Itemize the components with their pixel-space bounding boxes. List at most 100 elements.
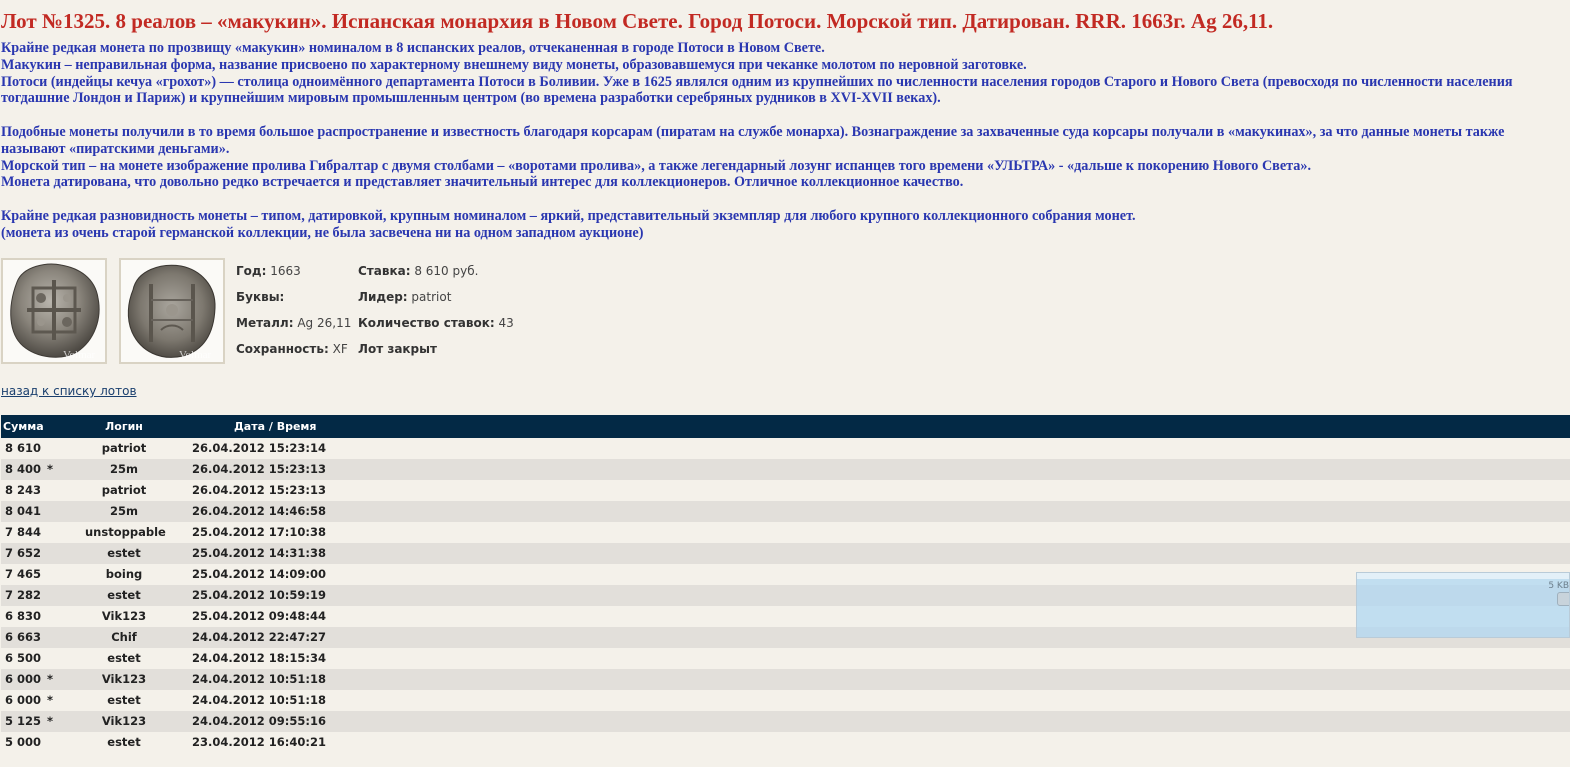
coin-photo-reverse[interactable]: Volmar	[119, 258, 225, 364]
prop-value: patriot	[411, 290, 452, 304]
column-header-login: Логин	[105, 420, 143, 433]
table-row: 7 652 estet 25.04.2012 14:31:38	[1, 543, 1570, 564]
bid-login: estet	[107, 546, 141, 560]
bid-auto-mark: *	[47, 693, 54, 707]
table-row: 6 663 Chif 24.04.2012 22:47:27	[1, 627, 1570, 648]
bid-sum: 8 610	[5, 441, 42, 455]
bid-login: Chif	[111, 630, 137, 644]
bid-date: 24.04.2012 10:51:18	[192, 672, 326, 686]
table-row: 5 125 * Vik123 24.04.2012 09:55:16	[1, 711, 1570, 732]
widget-top-bar	[1357, 573, 1569, 579]
prop-bids-count: Количество ставок: 43	[358, 316, 514, 330]
bid-login: 25m	[110, 462, 138, 476]
bid-auto-mark: *	[47, 672, 54, 686]
bid-sum: 6 000	[5, 672, 42, 686]
bid-date: 23.04.2012 16:40:21	[192, 735, 326, 749]
bid-login: Vik123	[101, 672, 147, 686]
prop-label: Год:	[236, 264, 267, 278]
description-line: Макукин – неправильная форма, название п…	[1, 56, 1027, 73]
watermark-text: Volmar	[63, 349, 96, 361]
prop-label: Количество ставок:	[358, 316, 495, 330]
bid-date: 26.04.2012 14:46:58	[192, 504, 326, 518]
widget-size-label: 5 KB	[1548, 581, 1569, 591]
bid-login: Vik123	[101, 609, 147, 623]
lot-description: Крайне редкая монета по прозвищу «макуки…	[1, 40, 1561, 242]
bid-auto-mark: *	[47, 714, 54, 728]
coin-obverse-image: Volmar	[10, 263, 100, 361]
table-row: 6 830 Vik123 25.04.2012 09:48:44	[1, 606, 1570, 627]
bid-login: boing	[105, 567, 143, 581]
prop-value: 8 610 руб.	[414, 264, 479, 278]
table-row: 8 041 25m 26.04.2012 14:46:58	[1, 501, 1570, 522]
description-line: Монета датирована, что довольно редко вс…	[1, 174, 964, 191]
bid-sum: 6 500	[5, 651, 42, 665]
prop-label: Ставка:	[358, 264, 411, 278]
description-line: Потоси (индейцы кечуа «грохот») — столиц…	[1, 73, 1513, 107]
bid-login: estet	[107, 588, 141, 602]
bid-sum: 8 400	[5, 462, 42, 476]
prop-leader: Лидер: patriot	[358, 290, 451, 304]
description-line: Крайне редкая разновидность монеты – тип…	[1, 207, 1136, 224]
bid-sum: 7 465	[5, 567, 42, 581]
table-row: 8 243 patriot 26.04.2012 15:23:13	[1, 480, 1570, 501]
prop-letters: Буквы:	[236, 290, 284, 304]
bid-login: 25m	[110, 504, 138, 518]
bid-date: 24.04.2012 18:15:34	[192, 651, 326, 665]
floating-widget[interactable]: 5 KB	[1356, 572, 1570, 638]
bid-sum: 5 000	[5, 735, 42, 749]
bid-date: 25.04.2012 09:48:44	[192, 609, 326, 623]
back-to-lots-link[interactable]: назад к списку лотов	[1, 384, 137, 398]
table-row: 8 610 patriot 26.04.2012 15:23:14	[1, 438, 1570, 459]
bid-sum: 7 652	[5, 546, 42, 560]
bid-sum: 5 125	[5, 714, 42, 728]
bid-login: estet	[107, 693, 141, 707]
coin-photo-obverse[interactable]: Volmar	[1, 258, 107, 364]
bid-date: 25.04.2012 14:31:38	[192, 546, 326, 560]
description-line: Морской тип – на монете изображение прол…	[1, 157, 1312, 174]
bid-date: 25.04.2012 10:59:19	[192, 588, 326, 602]
table-row: 5 000 estet 23.04.2012 16:40:21	[1, 732, 1570, 753]
prop-current-bid: Ставка: 8 610 руб.	[358, 264, 478, 278]
prop-label: Буквы:	[236, 290, 285, 304]
table-row: 6 000 * Vik123 24.04.2012 10:51:18	[1, 669, 1570, 690]
bid-sum: 8 243	[5, 483, 42, 497]
column-header-sum: Сумма	[3, 420, 44, 433]
bid-login: estet	[107, 651, 141, 665]
bid-date: 24.04.2012 09:55:16	[192, 714, 326, 728]
bid-sum: 6 830	[5, 609, 42, 623]
prop-value: Ag 26,11	[297, 316, 352, 330]
bid-sum: 6 663	[5, 630, 42, 644]
bid-login: estet	[107, 735, 141, 749]
bid-date: 25.04.2012 17:10:38	[192, 525, 326, 539]
bid-login: patriot	[101, 441, 147, 455]
bid-date: 26.04.2012 15:23:13	[192, 483, 326, 497]
column-header-date: Дата / Время	[234, 420, 317, 433]
table-row: 7 844 unstoppable 25.04.2012 17:10:38	[1, 522, 1570, 543]
watermark-text: Volmar	[179, 349, 212, 361]
table-row: 7 282 estet 25.04.2012 10:59:19	[1, 585, 1570, 606]
bid-login: Vik123	[101, 714, 147, 728]
prop-label: Сохранность:	[236, 342, 329, 356]
bids-table-header: Сумма Логин Дата / Время	[1, 415, 1570, 438]
bid-date: 26.04.2012 15:23:13	[192, 462, 326, 476]
bids-table: Сумма Логин Дата / Время 8 610 patriot 26.…	[1, 415, 1570, 753]
bid-date: 25.04.2012 14:09:00	[192, 567, 326, 581]
bid-login: patriot	[101, 483, 147, 497]
widget-icon[interactable]	[1557, 592, 1569, 606]
bid-sum: 7 844	[5, 525, 42, 539]
bid-login: unstoppable	[85, 525, 166, 539]
bid-date: 26.04.2012 15:23:14	[192, 441, 326, 455]
table-row: 7 465 boing 25.04.2012 14:09:00	[1, 564, 1570, 585]
bid-sum: 6 000	[5, 693, 42, 707]
table-row: 6 000 * estet 24.04.2012 10:51:18	[1, 690, 1570, 711]
bid-auto-mark: *	[47, 462, 54, 476]
coin-reverse-image: Volmar	[127, 264, 216, 361]
prop-label: Лидер:	[358, 290, 408, 304]
table-row: 6 500 estet 24.04.2012 18:15:34	[1, 648, 1570, 669]
prop-condition: Сохранность: XF	[236, 342, 348, 356]
bid-sum: 7 282	[5, 588, 42, 602]
description-line: Крайне редкая монета по прозвищу «макуки…	[1, 40, 825, 56]
description-line: (монета из очень старой германской колле…	[1, 224, 644, 241]
